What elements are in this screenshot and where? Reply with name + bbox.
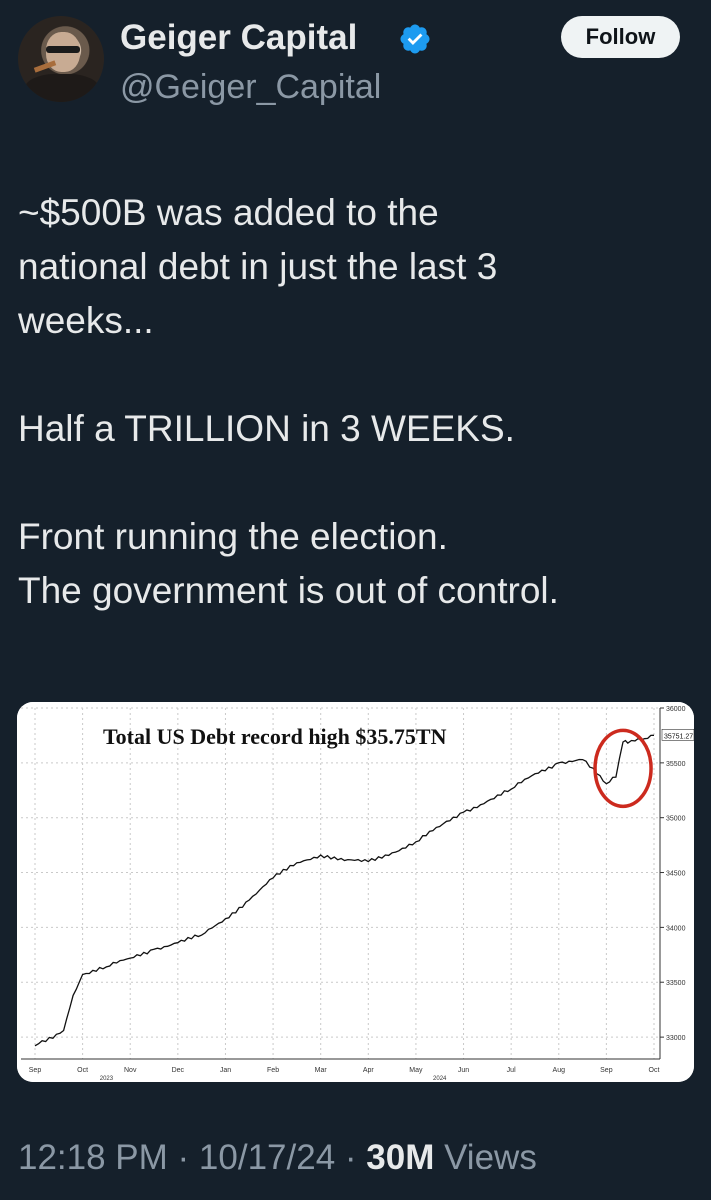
debt-chart: Sep Oct Nov Dec Jan Feb Mar Apr May Jun Jul Aug Sep O… xyxy=(17,702,694,1082)
y-tick-label: 33000 xyxy=(666,1035,686,1042)
x-tick-label: Oct xyxy=(649,1067,660,1074)
avatar-suit xyxy=(24,74,100,102)
y-tick-label: 33500 xyxy=(666,980,686,987)
tweet-text: ~$500B was added to the national debt in… xyxy=(18,192,559,611)
tweet-header: Geiger Capital @Geiger_Capital Follow xyxy=(0,0,711,130)
tweet-time[interactable]: 12:18 PM xyxy=(18,1138,168,1177)
x-tick-label: Sep xyxy=(29,1067,42,1074)
tweet-meta: 12:18 PM · 10/17/24 · 30M Views xyxy=(18,1138,537,1178)
y-tick-label: 35000 xyxy=(666,816,686,823)
meta-separator: · xyxy=(167,1138,199,1177)
follow-button[interactable]: Follow xyxy=(561,16,680,58)
y-tick-label: 34500 xyxy=(666,871,686,878)
x-tick-label: Jun xyxy=(458,1067,469,1074)
meta-separator: · xyxy=(335,1138,367,1177)
tweet-media-chart[interactable]: Sep Oct Nov Dec Jan Feb Mar Apr May Jun Jul Aug Sep O… xyxy=(17,702,694,1082)
x-tick-label: May xyxy=(409,1067,423,1074)
x-tick-label: Dec xyxy=(172,1067,185,1074)
author-name[interactable]: Geiger Capital xyxy=(120,18,357,58)
last-value-label: 35751.27 xyxy=(664,733,693,740)
views-count[interactable]: 30M xyxy=(366,1138,434,1177)
x-tick-label: Aug xyxy=(553,1067,566,1074)
x-tick-label: Jan xyxy=(220,1067,231,1074)
year-label: 2024 xyxy=(433,1076,447,1082)
x-tick-label: Feb xyxy=(267,1067,279,1074)
tweet-date[interactable]: 10/17/24 xyxy=(199,1138,335,1177)
chart-background xyxy=(17,702,694,1082)
y-tick-label: 35500 xyxy=(666,761,686,768)
x-tick-label: Sep xyxy=(600,1067,613,1074)
x-tick-label: Jul xyxy=(507,1067,516,1074)
views-label: Views xyxy=(434,1138,537,1177)
y-tick-label: 34000 xyxy=(666,925,686,932)
x-tick-label: Nov xyxy=(124,1067,137,1074)
chart-title: Total US Debt record high $35.75TN xyxy=(103,724,447,749)
x-tick-label: Mar xyxy=(315,1067,328,1074)
y-tick-label: 36000 xyxy=(666,706,686,713)
x-tick-label: Apr xyxy=(363,1067,375,1074)
avatar-glasses xyxy=(46,46,80,53)
year-label: 2023 xyxy=(100,1076,114,1082)
x-tick-label: Oct xyxy=(77,1067,88,1074)
avatar[interactable] xyxy=(18,16,104,102)
verified-badge-icon xyxy=(400,24,430,54)
author-handle[interactable]: @Geiger_Capital xyxy=(120,68,381,107)
